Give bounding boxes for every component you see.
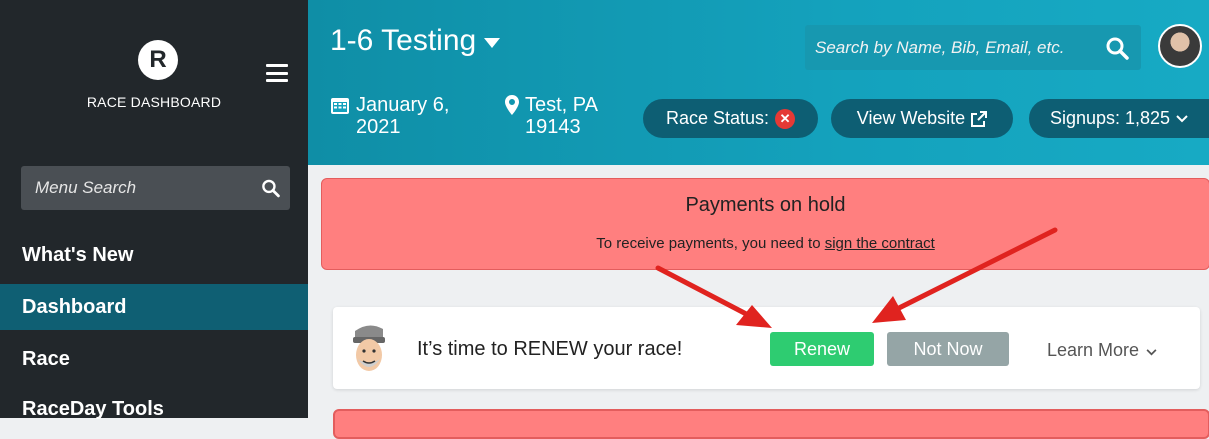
mascot-icon: [353, 325, 385, 371]
signups-dropdown[interactable]: Signups: 1,825: [1029, 99, 1209, 138]
learn-more-label: Learn More: [1047, 340, 1140, 360]
alert-message: To receive payments, you need to sign th…: [322, 235, 1209, 252]
race-date: January 6, 2021: [330, 94, 449, 138]
sidebar-item-label: RaceDay Tools: [22, 397, 164, 420]
race-location: Test, PA 19143: [505, 94, 598, 138]
location-line-1: Test, PA: [525, 94, 598, 116]
sidebar-item-dashboard[interactable]: Dashboard: [0, 284, 308, 330]
not-now-button[interactable]: Not Now: [887, 332, 1009, 366]
sidebar-item-raceday-tools[interactable]: RaceDay Tools: [0, 386, 308, 432]
menu-search[interactable]: [21, 166, 290, 210]
menu-search-input[interactable]: [33, 177, 261, 199]
race-status-label: Race Status:: [665, 108, 770, 128]
participant-search[interactable]: [805, 25, 1141, 70]
renew-card: It’s time to RENEW your race! Renew Not …: [333, 307, 1200, 389]
search-icon[interactable]: [261, 177, 280, 199]
payments-alert: Payments on hold To receive payments, yo…: [321, 178, 1209, 270]
logo[interactable]: R: [138, 40, 178, 80]
brand-title: RACE DASHBOARD: [86, 94, 222, 110]
race-selector[interactable]: 1-6 Testing: [330, 24, 501, 58]
sidebar-item-whats-new[interactable]: What's New: [0, 232, 308, 278]
search-icon[interactable]: [1105, 36, 1129, 60]
location-line-2: 19143: [525, 116, 581, 138]
learn-more-toggle[interactable]: Learn More: [1047, 340, 1157, 361]
sidebar-item-label: Race: [22, 347, 70, 370]
x-circle-icon: ✕: [775, 108, 796, 129]
race-header: 1-6 Testing January 6,2021 Test, PA19143…: [308, 0, 1209, 165]
alert-title: Payments on hold: [685, 194, 846, 216]
renew-button[interactable]: Renew: [770, 332, 874, 366]
sidebar: R RACE DASHBOARD What's New Dashboard Ra…: [0, 0, 308, 420]
chevron-down-icon: [1146, 349, 1157, 356]
hamburger-icon[interactable]: [266, 64, 288, 82]
race-title: 1-6 Testing: [330, 24, 477, 57]
date-line-1: January 6,: [356, 94, 450, 116]
sidebar-item-label: What's New: [22, 243, 134, 266]
sidebar-item-label: Dashboard: [22, 295, 127, 318]
date-line-2: 2021: [356, 116, 401, 138]
signups-label: Signups: 1,825: [1049, 108, 1171, 128]
view-website-label: View Website: [856, 108, 966, 128]
sidebar-item-race[interactable]: Race: [0, 336, 308, 382]
caret-down-icon: [484, 38, 501, 48]
sign-contract-link[interactable]: sign the contract: [825, 235, 935, 252]
chevron-down-icon: [1176, 114, 1188, 122]
participant-search-input[interactable]: [813, 36, 1105, 59]
secondary-alert: [333, 409, 1209, 439]
renew-message: It’s time to RENEW your race!: [417, 338, 683, 360]
calendar-icon: [331, 98, 349, 114]
view-website-button[interactable]: View Website: [831, 99, 1013, 138]
race-status-button[interactable]: Race Status: ✕: [643, 99, 818, 138]
map-marker-icon: [505, 95, 519, 115]
alert-message-prefix: To receive payments, you need to: [596, 235, 825, 252]
avatar[interactable]: [1158, 24, 1202, 68]
external-link-icon: [971, 110, 988, 127]
